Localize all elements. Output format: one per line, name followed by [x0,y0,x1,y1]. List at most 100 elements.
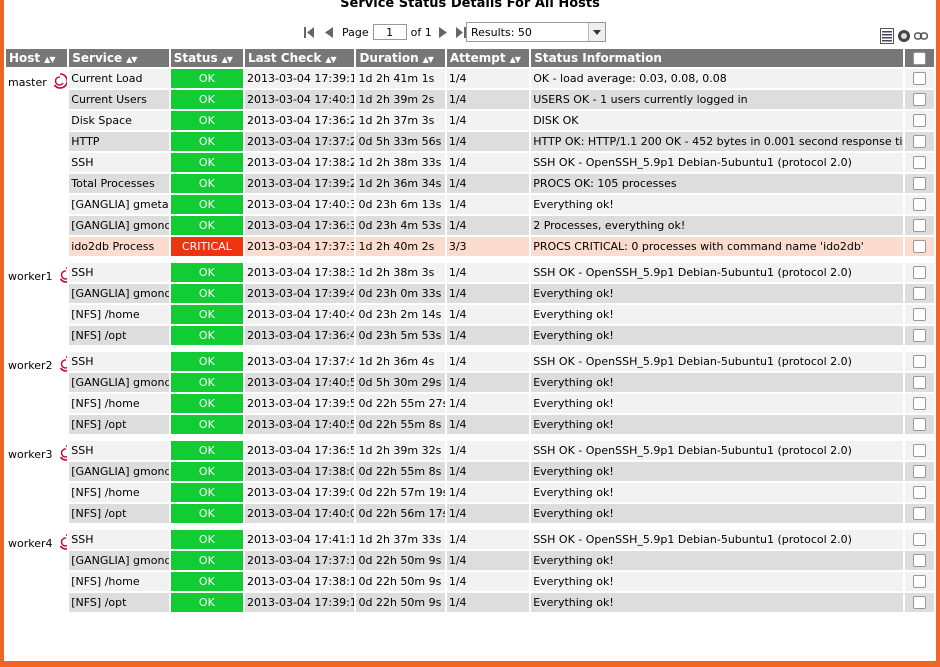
row-checkbox[interactable] [912,397,926,411]
host-name-link[interactable]: worker3 [8,448,53,461]
row-checkbox[interactable] [912,72,926,86]
row-checkbox[interactable] [912,486,926,500]
status-badge: OK [170,504,243,523]
service-name-link[interactable]: [GANGLIA] gmond [69,551,169,570]
last-page-icon[interactable] [455,26,466,38]
table-row: [GANGLIA] gmond OK 2013-03-04 17:39:41 0d 2… [6,284,934,303]
service-name-link[interactable]: [NFS] /home [69,483,169,502]
table-row: [NFS] /opt OK 2013-03-04 17:40:06 0d 22h 56… [6,504,934,523]
service-name-link[interactable]: [GANGLIA] gmond [69,373,169,392]
table-row: ido2db Process CRITICAL 2013-03-04 17:37:3… [6,237,934,256]
row-select-cell [904,153,934,172]
row-checkbox[interactable] [912,219,926,233]
attempt-cell: 1/4 [446,132,530,151]
select-all-checkbox[interactable] [912,52,926,65]
row-checkbox[interactable] [912,198,926,212]
host-cell: worker1 [6,263,68,345]
export-csv-icon[interactable] [880,28,894,47]
service-name-link[interactable]: Disk Space [69,111,169,130]
row-checkbox[interactable] [912,240,926,254]
table-row: [GANGLIA] gmond OK 2013-03-04 17:37:11 0d 2… [6,551,934,570]
service-name-link[interactable]: SSH [69,153,169,172]
row-checkbox[interactable] [912,533,926,547]
row-checkbox[interactable] [912,135,926,149]
sort-icon[interactable]: ▲▼ [325,55,336,64]
service-name-link[interactable]: SSH [69,352,169,371]
sort-icon[interactable]: ▲▼ [423,55,434,64]
sort-icon[interactable]: ▲▼ [44,55,55,64]
col-service[interactable]: Service ▲▼ [69,49,169,67]
prev-page-icon[interactable] [324,26,334,38]
refresh-icon[interactable] [897,29,911,46]
row-checkbox[interactable] [912,93,926,107]
status-info-cell: Everything ok! [531,373,903,392]
service-name-link[interactable]: SSH [69,263,169,282]
row-checkbox[interactable] [912,308,926,322]
row-checkbox[interactable] [912,507,926,521]
service-name-link[interactable]: [NFS] /home [69,572,169,591]
col-duration[interactable]: Duration ▲▼ [356,49,445,67]
chevron-down-icon[interactable] [588,23,605,41]
link-icon[interactable] [913,31,929,44]
row-checkbox[interactable] [912,554,926,568]
debian-logo-icon [57,266,68,287]
sort-icon[interactable]: ▲▼ [222,55,233,64]
col-select-all[interactable] [904,49,934,67]
col-status[interactable]: Status ▲▼ [170,49,243,67]
row-select-cell [904,216,934,235]
service-name-link[interactable]: HTTP [69,132,169,151]
row-checkbox[interactable] [912,355,926,369]
host-name-link[interactable]: worker4 [8,537,53,550]
service-name-link[interactable]: [NFS] /home [69,305,169,324]
row-checkbox[interactable] [912,329,926,343]
service-name-link[interactable]: Current Users [69,90,169,109]
row-checkbox[interactable] [912,266,926,280]
status-info-cell: Everything ok! [531,394,903,413]
host-name-link[interactable]: master [8,76,47,89]
host-name-link[interactable]: worker2 [8,359,53,372]
row-checkbox[interactable] [912,418,926,432]
last-check-cell: 2013-03-04 17:37:23 [245,132,355,151]
service-name-link[interactable]: [NFS] /opt [69,504,169,523]
row-checkbox[interactable] [912,376,926,390]
last-check-cell: 2013-03-04 17:39:28 [245,174,355,193]
row-checkbox[interactable] [912,114,926,128]
service-name-link[interactable]: [GANGLIA] gmetad [69,195,169,214]
status-badge: OK [170,483,243,502]
table-row: Disk Space OK 2013-03-04 17:36:21 1d 2h 37m… [6,111,934,130]
row-checkbox[interactable] [912,465,926,479]
sort-icon[interactable]: ▲▼ [510,55,521,64]
next-page-icon[interactable] [438,26,448,38]
host-name-link[interactable]: worker1 [8,270,53,283]
service-name-link[interactable]: SSH [69,530,169,549]
col-last-check[interactable]: Last Check ▲▼ [245,49,355,67]
status-info-cell: DISK OK [531,111,903,130]
service-name-link[interactable]: [NFS] /home [69,394,169,413]
service-name-link[interactable]: [GANGLIA] gmond [69,462,169,481]
row-checkbox[interactable] [912,156,926,170]
status-badge: OK [170,352,243,371]
service-name-link[interactable]: [GANGLIA] gmond [69,216,169,235]
first-page-icon[interactable] [304,26,314,38]
status-info-cell: SSH OK - OpenSSH_5.9p1 Debian-5ubuntu1 (… [531,263,903,282]
row-checkbox[interactable] [912,177,926,191]
service-name-link[interactable]: [NFS] /opt [69,326,169,345]
results-select[interactable]: Results: 50 [466,22,606,42]
table-row: worker1 SSH OK 2013-03-04 17:38:38 1d 2h 38m… [6,263,934,345]
row-checkbox[interactable] [912,575,926,589]
col-host[interactable]: Host ▲▼ [6,49,68,67]
service-name-link[interactable]: [GANGLIA] gmond [69,284,169,303]
service-name-link[interactable]: Current Load [69,69,169,88]
service-name-link[interactable]: SSH [69,441,169,460]
row-checkbox[interactable] [912,287,926,301]
sort-icon[interactable]: ▲▼ [126,55,137,64]
service-name-link[interactable]: [NFS] /opt [69,415,169,434]
service-name-link[interactable]: Total Processes [69,174,169,193]
service-name-link[interactable]: ido2db Process [69,237,169,256]
service-name-link[interactable]: [NFS] /opt [69,593,169,612]
row-checkbox[interactable] [912,444,926,458]
attempt-cell: 3/3 [446,237,530,256]
page-input[interactable] [372,24,407,40]
col-attempt[interactable]: Attempt ▲▼ [446,49,530,67]
row-checkbox[interactable] [912,596,926,610]
